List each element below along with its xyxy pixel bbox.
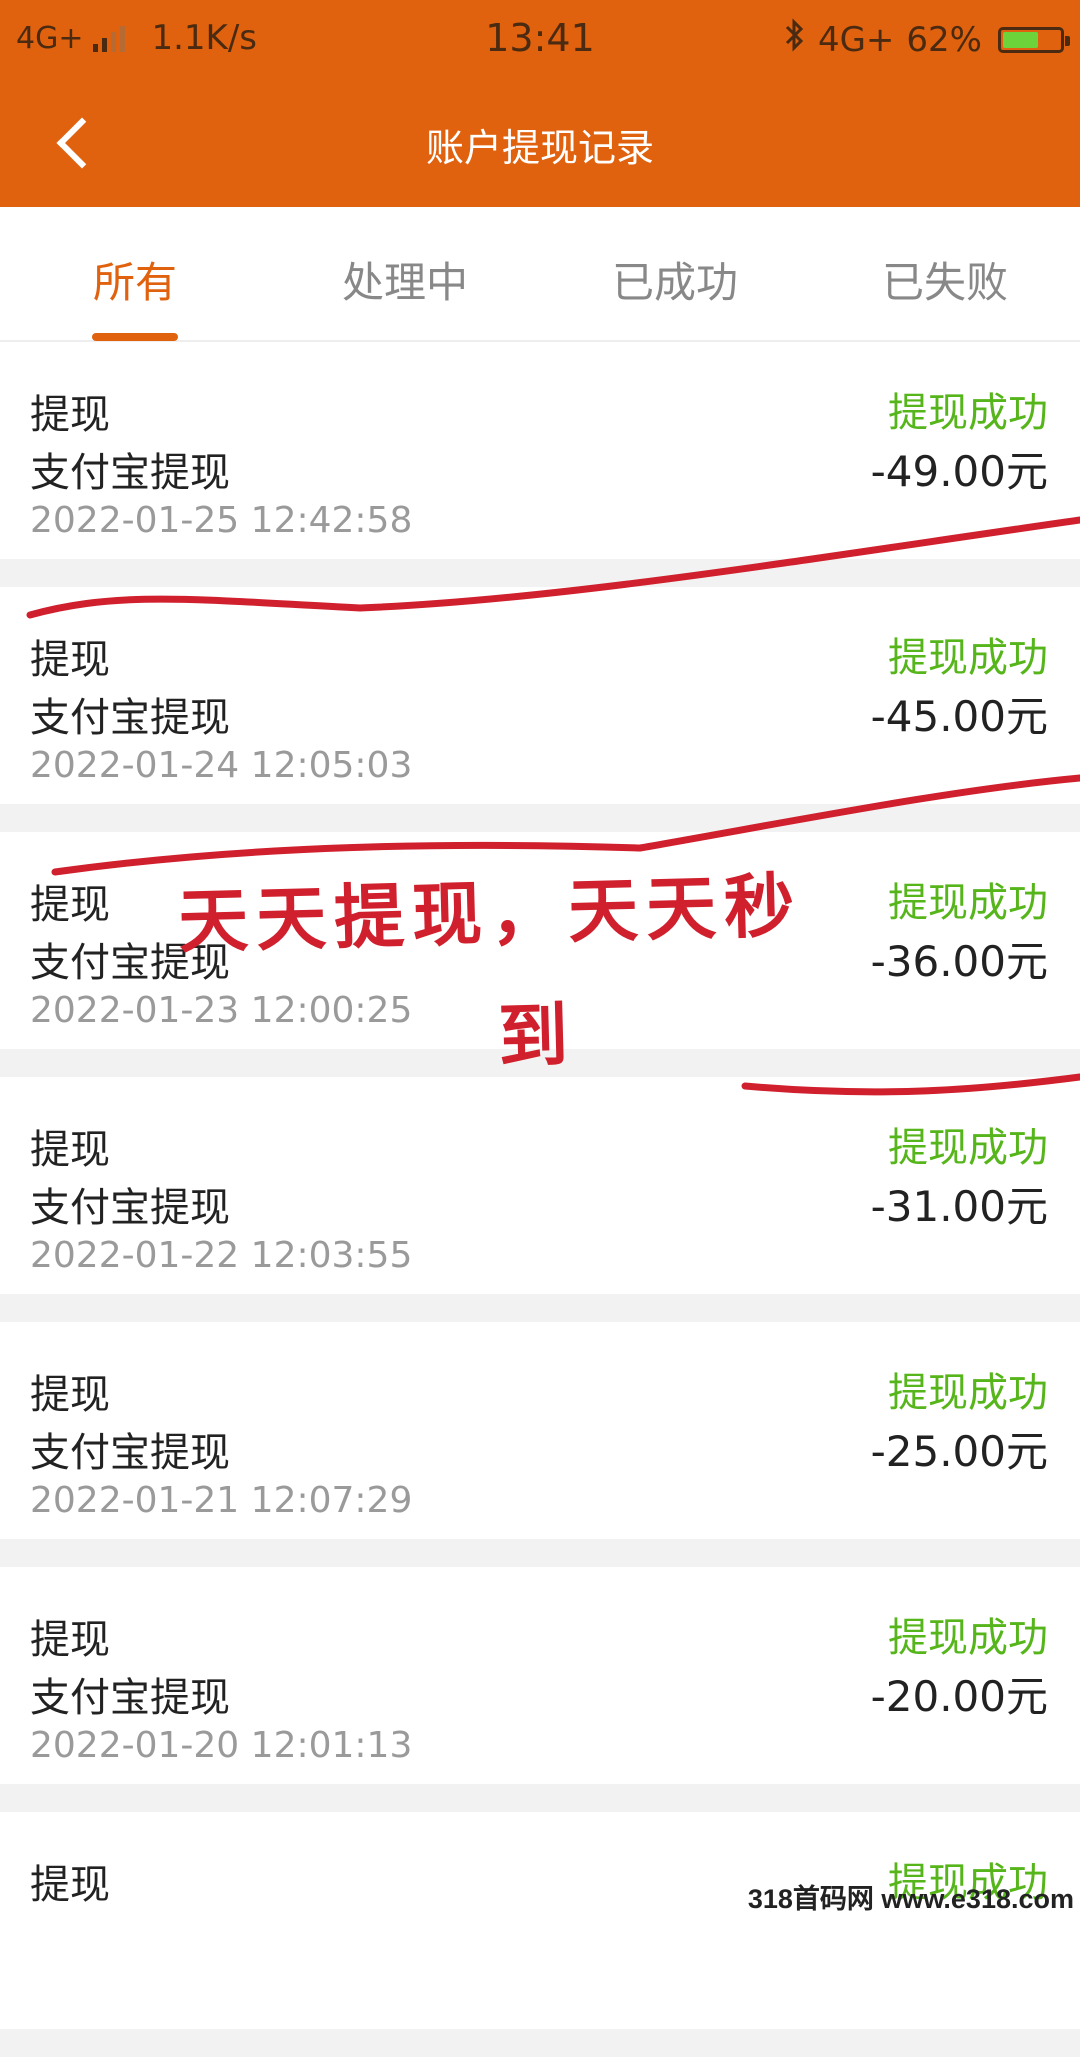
status-bar: 4G+ 1.1K/s 13:41 4G+ 62% — [0, 0, 1080, 75]
status-right: 4G+ 62% — [784, 18, 1070, 61]
record-channel: 支付宝提现 — [30, 1675, 230, 1721]
tab-processing[interactable]: 处理中 — [270, 249, 540, 310]
tab-all[interactable]: 所有 — [0, 249, 270, 310]
record-amount: -49.00元 — [870, 447, 1048, 496]
record-time: 2022-01-25 12:42:58 — [30, 500, 413, 541]
record-type: 提现 — [30, 1862, 110, 1908]
record-type: 提现 — [30, 1372, 110, 1418]
tab-success[interactable]: 已成功 — [540, 249, 810, 310]
record-channel: 支付宝提现 — [30, 1430, 230, 1476]
page-title: 账户提现记录 — [425, 126, 654, 170]
list-item[interactable]: 提现 支付宝提现 2022-01-25 12:42:58 提现成功 -49.00… — [0, 342, 1080, 587]
record-amount: -45.00元 — [870, 692, 1048, 741]
record-status: 提现成功 — [888, 880, 1048, 926]
list-item[interactable]: 提现 支付宝提现 2022-01-22 12:03:55 提现成功 -31.00… — [0, 1077, 1080, 1322]
record-list: 提现 支付宝提现 2022-01-25 12:42:58 提现成功 -49.00… — [0, 342, 1080, 2057]
record-channel: 支付宝提现 — [30, 940, 230, 986]
record-channel: 支付宝提现 — [30, 1185, 230, 1231]
record-amount: -36.00元 — [870, 937, 1048, 986]
list-item[interactable]: 提现 支付宝提现 2022-01-20 12:01:13 提现成功 -20.00… — [0, 1567, 1080, 1812]
list-item[interactable]: 提现 支付宝提现 2022-01-23 12:00:25 提现成功 -36.00… — [0, 832, 1080, 1077]
tab-indicator — [92, 333, 178, 341]
record-type: 提现 — [30, 637, 110, 683]
record-status: 提现成功 — [888, 1370, 1048, 1416]
header: 4G+ 1.1K/s 13:41 4G+ 62% 账户提现记录 — [0, 0, 1080, 207]
record-type: 提现 — [30, 1127, 110, 1173]
record-type: 提现 — [30, 882, 110, 928]
tab-failed[interactable]: 已失败 — [810, 249, 1080, 310]
record-channel: 支付宝提现 — [30, 695, 230, 741]
record-status: 提现成功 — [888, 1615, 1048, 1661]
list-item[interactable]: 提现 提现成功 — [0, 1812, 1080, 2057]
list-item[interactable]: 提现 支付宝提现 2022-01-24 12:05:03 提现成功 -45.00… — [0, 587, 1080, 832]
record-channel: 支付宝提现 — [30, 450, 230, 496]
nav-bar: 账户提现记录 — [0, 75, 1080, 207]
record-status: 提现成功 — [888, 635, 1048, 681]
record-amount: -25.00元 — [870, 1427, 1048, 1476]
record-status: 提现成功 — [888, 1125, 1048, 1171]
list-item[interactable]: 提现 支付宝提现 2022-01-21 12:07:29 提现成功 -25.00… — [0, 1322, 1080, 1567]
record-time: 2022-01-23 12:00:25 — [30, 990, 413, 1031]
watermark: 318首码网 www.e318.com — [747, 1884, 1074, 1914]
record-amount: -20.00元 — [870, 1672, 1048, 1721]
battery-icon — [998, 26, 1070, 53]
record-time: 2022-01-22 12:03:55 — [30, 1235, 413, 1276]
network-label-right: 4G+ — [817, 19, 895, 60]
record-status: 提现成功 — [888, 390, 1048, 436]
record-time: 2022-01-20 12:01:13 — [30, 1725, 413, 1766]
record-time: 2022-01-24 12:05:03 — [30, 745, 413, 786]
record-type: 提现 — [30, 1617, 110, 1663]
battery-percent: 62% — [906, 19, 982, 60]
record-time: 2022-01-21 12:07:29 — [30, 1480, 413, 1521]
bluetooth-icon — [784, 18, 806, 61]
record-type: 提现 — [30, 392, 110, 438]
tab-bar: 所有 处理中 已成功 已失败 — [0, 207, 1080, 342]
record-amount: -31.00元 — [870, 1182, 1048, 1231]
